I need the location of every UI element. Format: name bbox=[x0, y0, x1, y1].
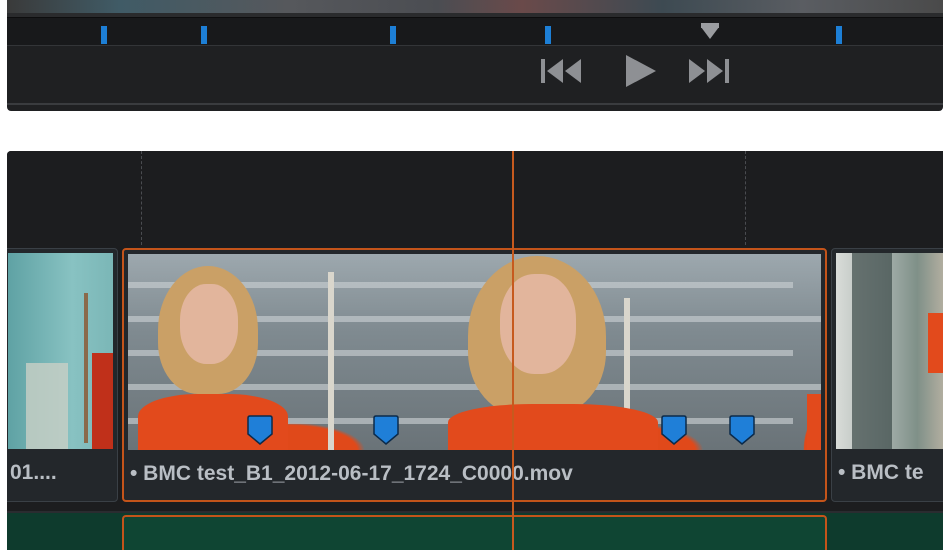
timeline-panel[interactable]: 01.... • BMC test_B1_2012-06-17_1724_C00… bbox=[7, 151, 943, 550]
play-button[interactable] bbox=[623, 55, 659, 87]
clip-label: • BMC test_B1_2012-06-17_1724_C0000.mov bbox=[130, 462, 573, 485]
timeline-playhead[interactable] bbox=[512, 151, 514, 550]
play-icon bbox=[626, 55, 656, 87]
marker-shield-icon bbox=[247, 415, 273, 445]
timeline-clip-selected[interactable]: • BMC test_B1_2012-06-17_1724_C0000.mov bbox=[122, 248, 827, 502]
viewer-image-strip bbox=[7, 0, 943, 17]
viewer-panel bbox=[7, 0, 943, 111]
timeline-clip[interactable]: 01.... bbox=[7, 248, 118, 502]
clip-label: 01.... bbox=[10, 461, 57, 484]
timeline-marker-tick[interactable] bbox=[545, 26, 551, 44]
clip-frame bbox=[128, 254, 448, 450]
scrubber-bar[interactable] bbox=[7, 17, 943, 46]
clip-marker[interactable] bbox=[660, 415, 688, 445]
timeline-marker-tick[interactable] bbox=[101, 26, 107, 44]
marker-shield-icon bbox=[373, 415, 399, 445]
timeline-clip[interactable]: • BMC te bbox=[831, 248, 943, 502]
skip-back-button[interactable] bbox=[539, 56, 585, 86]
marker-shield-icon bbox=[661, 415, 687, 445]
transport-controls bbox=[7, 46, 943, 101]
clip-marker[interactable] bbox=[246, 415, 274, 445]
skip-back-icon bbox=[541, 59, 581, 83]
ruler-guide bbox=[745, 151, 746, 245]
viewer-divider bbox=[7, 103, 943, 105]
clip-marker[interactable] bbox=[372, 415, 400, 445]
clip-marker[interactable] bbox=[728, 415, 756, 445]
timeline-marker-tick[interactable] bbox=[836, 26, 842, 44]
timeline-marker-tick[interactable] bbox=[390, 26, 396, 44]
timeline-ruler[interactable] bbox=[7, 151, 943, 245]
audio-clip-selected[interactable] bbox=[122, 515, 827, 550]
clip-label: • BMC te bbox=[838, 461, 924, 484]
scrubber-playhead[interactable] bbox=[701, 23, 719, 39]
clip-thumbnail bbox=[8, 253, 113, 449]
timeline-marker-tick[interactable] bbox=[201, 26, 207, 44]
clip-thumbnail bbox=[836, 253, 943, 449]
marker-shield-icon bbox=[729, 415, 755, 445]
ruler-guide bbox=[141, 151, 142, 245]
clip-frame bbox=[793, 254, 821, 450]
skip-forward-icon bbox=[689, 59, 729, 83]
skip-forward-button[interactable] bbox=[687, 56, 733, 86]
clip-thumbnail-strip bbox=[128, 254, 821, 450]
